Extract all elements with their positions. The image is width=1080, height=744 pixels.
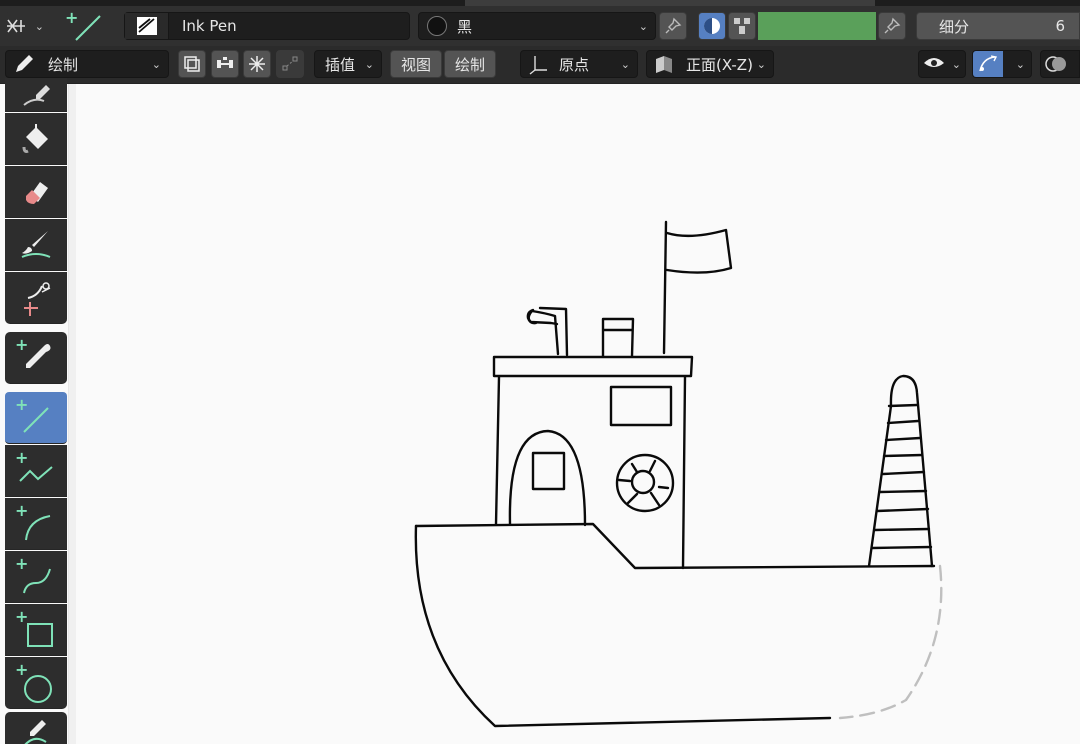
view-label: 视图	[400, 55, 431, 74]
plus-icon: +	[65, 8, 79, 27]
plus-icon: +	[15, 660, 29, 679]
pencil-icon	[16, 55, 33, 72]
chevron-down-icon: ⌄	[151, 57, 161, 71]
material-selector[interactable]: 黑 ⌄	[418, 12, 656, 40]
snowflake-icon	[249, 56, 265, 72]
origin-dropdown[interactable]: 原点 ⌄	[520, 50, 638, 78]
overlay-toggle[interactable]	[1040, 50, 1080, 78]
brush-icon	[21, 230, 51, 258]
weight-icon	[217, 57, 233, 68]
freeze-button[interactable]	[243, 50, 271, 78]
header-tab-strip	[465, 0, 875, 6]
boat-drawing	[414, 220, 943, 728]
erase-tool[interactable]	[5, 166, 67, 218]
box-tool[interactable]: +	[5, 604, 67, 656]
vertex-color-mode-button[interactable]	[698, 12, 726, 40]
scissors-icon	[24, 281, 51, 316]
plane-label: 正面(X-Z)	[686, 55, 753, 74]
weight-button[interactable]	[211, 50, 239, 78]
chevron-down-icon: ⌄	[364, 57, 374, 71]
snap-icon	[7, 19, 25, 33]
arc-tool[interactable]: +	[5, 498, 67, 550]
material-swatch-icon	[427, 16, 447, 36]
tool-settings-header: ⌄ + Ink Pen 黑 ⌄ 细分 6	[0, 0, 1080, 46]
material-name: 黑	[457, 17, 473, 36]
color-swatch[interactable]	[758, 12, 876, 40]
multiframe-icon	[184, 56, 200, 72]
pencil-icon	[23, 84, 50, 106]
eye-icon	[924, 58, 944, 67]
viewport-canvas[interactable]	[76, 84, 1080, 744]
chevron-down-icon: ⌄	[620, 57, 630, 71]
mode-dropdown[interactable]: 绘制 ⌄	[5, 50, 169, 78]
line-tool[interactable]: +	[5, 392, 67, 444]
plus-icon: +	[15, 395, 29, 414]
fill-tool[interactable]	[5, 113, 67, 165]
axis-icon	[529, 56, 547, 75]
eraser-icon	[26, 181, 48, 204]
active-tool-icon[interactable]: +	[62, 8, 108, 44]
pin-icon	[665, 17, 682, 34]
plane-icon	[656, 56, 672, 73]
view-menu[interactable]: 视图	[390, 50, 442, 78]
annotate-icon	[24, 719, 47, 744]
chevron-down-icon: ⌄	[756, 57, 766, 71]
texture-mode-button[interactable]	[728, 12, 756, 40]
plus-icon: +	[15, 335, 29, 354]
interpolate-label: 插值	[325, 55, 356, 74]
chevron-down-icon: ⌄	[638, 19, 648, 33]
plus-icon: +	[15, 554, 29, 573]
curve-tool[interactable]: +	[5, 551, 67, 603]
color-mode-icon	[704, 18, 720, 34]
bucket-icon	[22, 123, 48, 153]
texture-icon	[734, 18, 750, 34]
annotate-tool[interactable]	[5, 712, 67, 744]
chevron-down-icon: ⌄	[1015, 57, 1025, 71]
subdivision-value: 6	[1055, 17, 1065, 35]
circle-tool[interactable]: +	[5, 657, 67, 709]
subdivision-label: 细分	[939, 17, 970, 36]
plus-icon: +	[15, 501, 29, 520]
pin-icon	[884, 17, 901, 34]
gizmo-dropdown[interactable]: ⌄	[972, 50, 1032, 78]
dots-icon	[282, 56, 298, 71]
visibility-dropdown[interactable]: ⌄	[918, 50, 966, 78]
plus-icon: +	[15, 448, 29, 467]
pin-color-button[interactable]	[878, 12, 906, 40]
overlay-icon	[1045, 56, 1066, 72]
draw-menu[interactable]: 绘制	[444, 50, 496, 78]
interpolate-menu[interactable]: 插值 ⌄	[314, 50, 382, 78]
tool-shelf-scrollbar[interactable]	[68, 84, 76, 744]
brush-selector[interactable]: Ink Pen	[124, 12, 410, 40]
polyline-tool[interactable]: +	[5, 445, 67, 497]
tint-tool[interactable]	[5, 219, 67, 271]
plane-dropdown[interactable]: 正面(X-Z) ⌄	[646, 50, 774, 78]
origin-label: 原点	[559, 55, 590, 74]
snap-dropdown[interactable]: ⌄	[5, 12, 51, 40]
mode-label: 绘制	[48, 55, 79, 74]
draw-label: 绘制	[454, 55, 485, 74]
tool-shelf: + + + + + + +	[0, 78, 76, 744]
chevron-down-icon: ⌄	[34, 19, 44, 33]
plus-icon: +	[15, 607, 29, 626]
pin-material-button[interactable]	[659, 12, 687, 40]
gizmo-icon	[973, 51, 1003, 77]
cutter-tool[interactable]	[5, 272, 67, 324]
subdivision-field[interactable]: 细分 6	[916, 12, 1080, 40]
eyedropper-tool[interactable]: +	[5, 332, 67, 384]
viewport-header: 绘制 ⌄ 插值 ⌄ 视图 绘制 原点 ⌄ 正面(X-Z) ⌄ ⌄ ⌄	[0, 46, 1080, 84]
snap-points-button[interactable]	[276, 50, 304, 78]
brush-preview-icon	[125, 13, 169, 39]
chevron-down-icon: ⌄	[951, 57, 961, 71]
multiframe-button[interactable]	[178, 50, 206, 78]
draw-tool[interactable]	[5, 78, 67, 112]
brush-name: Ink Pen	[182, 17, 237, 35]
